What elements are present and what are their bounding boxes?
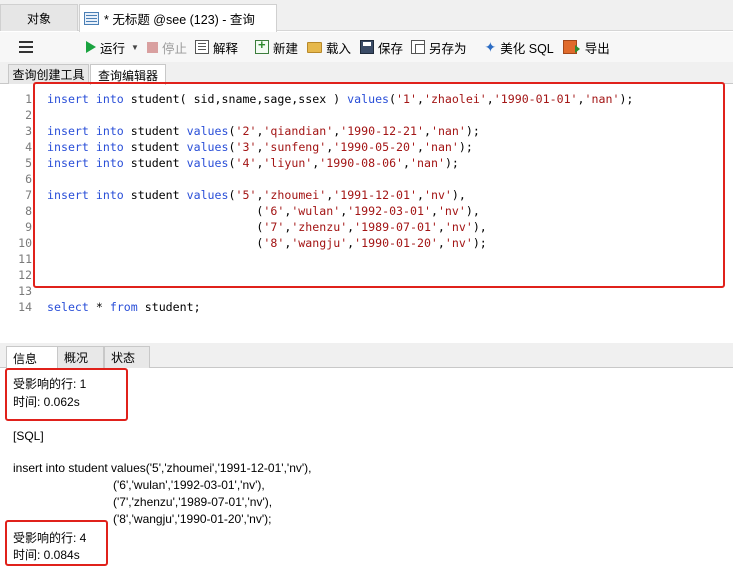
highlight-box-result-1: [5, 368, 128, 421]
line-number: 8: [25, 204, 32, 218]
line-number: 12: [18, 268, 32, 282]
line-number: 6: [25, 172, 32, 186]
magic-wand-icon: ✦: [484, 39, 497, 55]
stop-label: 停止: [161, 41, 187, 56]
save-as-icon: [411, 40, 426, 54]
export-icon: [562, 40, 580, 54]
tab-info-label: 信息: [13, 351, 38, 366]
save-icon: [360, 40, 374, 54]
save-label: 保存: [378, 41, 404, 56]
beautify-label: 美化 SQL: [500, 41, 554, 56]
sql-text: *: [88, 300, 110, 314]
explain-label: 解释: [212, 41, 238, 56]
export-label: 导出: [584, 41, 610, 56]
load-button[interactable]: 载入: [306, 35, 351, 59]
tab-status[interactable]: 状态: [104, 346, 150, 368]
output-line: insert into student values('5','zhoumei'…: [13, 461, 312, 475]
tab-status-label: 状态: [111, 351, 136, 365]
tab-overview[interactable]: 概况: [57, 346, 104, 368]
line-number: 14: [18, 300, 32, 314]
run-button[interactable]: 运行 ▼: [86, 35, 139, 59]
document-tab-bar: 对象 * 无标题 @see (123) - 查询: [0, 0, 733, 32]
sql-keyword: from: [109, 300, 138, 314]
tab-objects-label: 对象: [26, 11, 51, 26]
save-as-label: 另存为: [429, 41, 467, 56]
explain-icon: [194, 40, 209, 54]
save-button[interactable]: 保存: [360, 35, 403, 59]
highlight-box-insert-statements: [33, 82, 725, 288]
tab-query-editor-label: 查询编辑器: [97, 68, 158, 83]
code-line: select * from student;: [47, 300, 201, 314]
play-icon: [86, 41, 96, 53]
sql-keyword: select: [47, 300, 89, 314]
line-number: 4: [25, 140, 32, 154]
stop-button[interactable]: 停止: [146, 35, 187, 59]
tab-objects[interactable]: 对象: [0, 4, 78, 31]
stop-icon: [146, 41, 158, 53]
new-query-icon: [254, 37, 269, 54]
menu-icon[interactable]: [19, 41, 33, 53]
line-number: 9: [25, 220, 32, 234]
line-number: 11: [18, 252, 32, 266]
tab-query-builder-label: 查询创建工具: [12, 68, 85, 82]
line-number: 13: [18, 284, 32, 298]
explain-button[interactable]: 解释: [194, 35, 238, 59]
new-button[interactable]: 新建: [254, 35, 298, 59]
output-line: ('6','wulan','1992-03-01','nv'),: [13, 478, 265, 492]
load-label: 载入: [325, 41, 351, 56]
sql-text: student;: [137, 300, 201, 314]
query-toolbar: 运行 ▼ 停止 解释 新建 载入 保存 另存为 ✦ 美化 SQL 导出: [0, 32, 733, 62]
beautify-sql-button[interactable]: ✦ 美化 SQL: [485, 35, 554, 59]
folder-icon: [306, 41, 322, 53]
tab-overview-label: 概况: [64, 351, 89, 365]
line-number: 1: [25, 92, 32, 106]
save-as-button[interactable]: 另存为: [411, 35, 467, 59]
output-line: [SQL]: [13, 429, 44, 443]
run-label: 运行: [100, 41, 126, 56]
line-number: 3: [25, 124, 32, 138]
line-number: 5: [25, 156, 32, 170]
tab-query-builder[interactable]: 查询创建工具: [8, 64, 89, 84]
result-panel-tabs: 信息 概况 状态: [0, 343, 733, 369]
query-table-icon: [84, 12, 99, 25]
output-line: ('7','zhenzu','1989-07-01','nv'),: [13, 495, 273, 509]
chevron-down-icon[interactable]: ▼: [131, 43, 139, 52]
export-button[interactable]: 导出: [562, 35, 610, 59]
tab-query[interactable]: * 无标题 @see (123) - 查询: [79, 4, 277, 32]
new-label: 新建: [272, 41, 298, 56]
tab-query-label: * 无标题 @see (123) - 查询: [104, 13, 255, 27]
editor-mode-tabs: 查询创建工具 查询编辑器: [0, 62, 733, 85]
line-number: 2: [25, 108, 32, 122]
line-number: 10: [18, 236, 32, 250]
line-number: 7: [25, 188, 32, 202]
highlight-box-result-2: [5, 520, 108, 566]
tab-info[interactable]: 信息: [6, 346, 58, 369]
